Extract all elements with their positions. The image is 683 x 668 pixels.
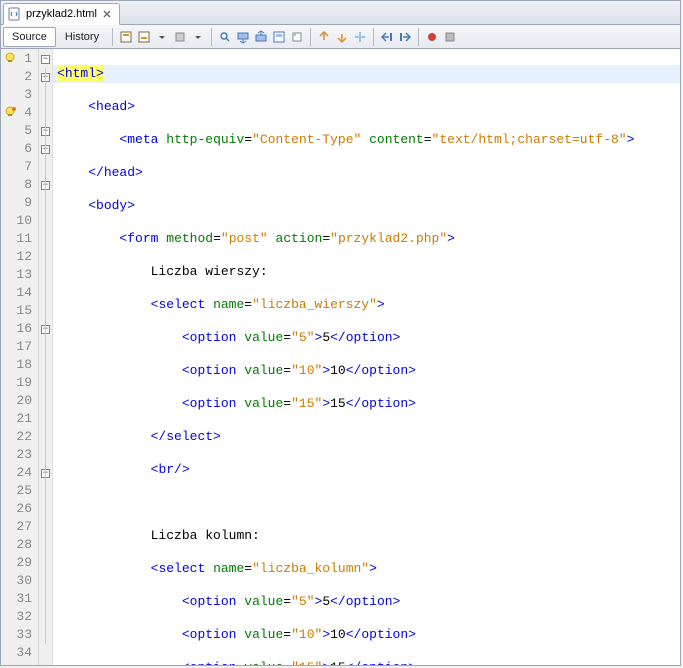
editor-toolbar: Source History (1, 25, 680, 49)
find-previous-icon[interactable] (216, 28, 234, 46)
toolbar-separator (112, 28, 113, 46)
find-selection-prev-icon[interactable] (234, 28, 252, 46)
previous-bookmark-icon[interactable] (315, 28, 333, 46)
toolbar-dropdown-icon-2[interactable] (189, 28, 207, 46)
fold-toggle[interactable]: − (41, 55, 50, 64)
start-macro-icon[interactable] (423, 28, 441, 46)
shift-right-icon[interactable] (396, 28, 414, 46)
history-view-button[interactable]: History (56, 27, 108, 47)
file-tab[interactable]: przyklad2.html (3, 3, 120, 25)
shift-left-icon[interactable] (378, 28, 396, 46)
bulb-warn-icon[interactable] (3, 105, 17, 119)
file-tab-bar: przyklad2.html (1, 1, 680, 25)
toolbar-icon-1[interactable] (117, 28, 135, 46)
toolbar-separator (418, 28, 419, 46)
line-number-gutter: 1 2 3 4 5 6 7 8 9 10 11 12 13 14 15 16 1… (1, 49, 39, 665)
toolbar-dropdown-icon[interactable] (153, 28, 171, 46)
fold-gutter: − − − − − − − (39, 49, 53, 665)
toolbar-icon-3[interactable] (171, 28, 189, 46)
editor-content: 1 2 3 4 5 6 7 8 9 10 11 12 13 14 15 16 1… (1, 49, 680, 665)
html-file-icon (8, 7, 22, 21)
source-view-button[interactable]: Source (3, 27, 56, 47)
stop-macro-icon[interactable] (441, 28, 459, 46)
toggle-highlight-icon[interactable] (270, 28, 288, 46)
editor-frame: przyklad2.html Source History (0, 0, 681, 666)
bulb-icon[interactable] (3, 51, 17, 65)
toggle-bookmark-2-icon[interactable] (351, 28, 369, 46)
toolbar-separator (310, 28, 311, 46)
toolbar-separator (373, 28, 374, 46)
file-tab-label: przyklad2.html (26, 8, 97, 20)
next-bookmark-icon[interactable] (333, 28, 351, 46)
close-tab-icon[interactable] (101, 8, 113, 20)
toggle-bookmark-icon[interactable] (288, 28, 306, 46)
toolbar-icon-2[interactable] (135, 28, 153, 46)
code-area[interactable]: <html> <head> <meta http-equiv="Content-… (53, 49, 680, 665)
toolbar-separator (211, 28, 212, 46)
find-selection-next-icon[interactable] (252, 28, 270, 46)
